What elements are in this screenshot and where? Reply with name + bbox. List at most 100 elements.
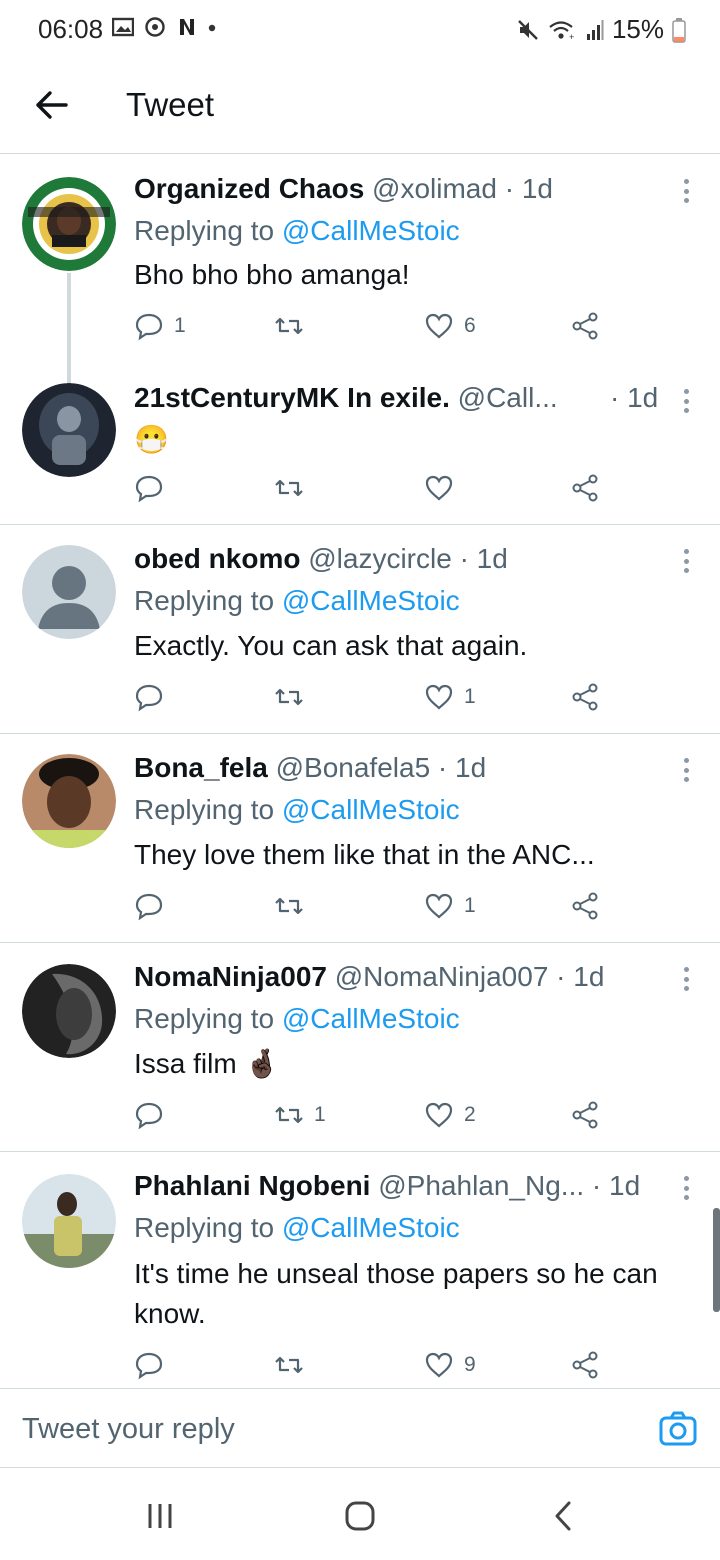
- like-button[interactable]: 1: [424, 891, 476, 921]
- mention-link[interactable]: @CallMeStoic: [282, 215, 460, 246]
- tweet-text: Issa film 🤞🏿: [134, 1048, 280, 1079]
- avatar[interactable]: [22, 177, 116, 271]
- replying-to: Replying to @CallMeStoic: [134, 1212, 460, 1244]
- tweet-actions: 9: [134, 1350, 614, 1384]
- reply-button[interactable]: [134, 682, 174, 712]
- retweet-icon: [275, 479, 303, 497]
- reply-button[interactable]: [134, 473, 174, 503]
- replying-to: Replying to @CallMeStoic: [134, 794, 460, 826]
- avatar[interactable]: [22, 383, 116, 477]
- handle-time[interactable]: @lazycircle · 1d: [308, 543, 508, 574]
- more-icon[interactable]: [676, 961, 696, 997]
- mention-link[interactable]: @CallMeStoic: [282, 794, 460, 825]
- like-button[interactable]: 2: [424, 1100, 476, 1130]
- display-name[interactable]: Bona_fela: [134, 752, 268, 783]
- display-name[interactable]: 21stCenturyMK In exile.: [134, 382, 450, 413]
- reply-button[interactable]: [134, 1350, 174, 1380]
- tweet-obed-nkomo[interactable]: obed nkomo @lazycircle · 1d Replying to …: [0, 525, 720, 734]
- retweet-button[interactable]: [274, 682, 314, 712]
- tweet-text: Exactly. You can ask that again.: [134, 630, 528, 661]
- like-button[interactable]: 9: [424, 1350, 476, 1380]
- replying-prefix: Replying to: [134, 585, 282, 616]
- more-icon[interactable]: [676, 173, 696, 209]
- netflix-icon: [180, 19, 194, 35]
- dot-icon: [208, 24, 216, 32]
- tweet-bona-fela[interactable]: Bona_fela @Bonafela5 · 1d Replying to @C…: [0, 734, 720, 943]
- status-time: 06:08: [38, 14, 104, 44]
- reply-button[interactable]: [134, 1100, 174, 1130]
- like-button[interactable]: 1: [424, 682, 476, 712]
- tweet-21stcenturymk[interactable]: 21stCenturyMK In exile. @Call... · 1d 😷: [0, 365, 720, 525]
- more-icon[interactable]: [676, 383, 696, 419]
- share-icon: [572, 892, 598, 920]
- more-icon[interactable]: [676, 1170, 696, 1206]
- tweet-phahlani-ngobeni[interactable]: Phahlani Ngobeni @Phahlan_Ng... · 1d Rep…: [0, 1152, 720, 1388]
- more-icon[interactable]: [676, 752, 696, 788]
- like-count: 1: [464, 894, 476, 917]
- retweet-button[interactable]: [274, 473, 314, 503]
- like-button[interactable]: 6: [424, 311, 476, 341]
- retweet-button[interactable]: [274, 891, 314, 921]
- tweet-header: Phahlani Ngobeni @Phahlan_Ng... · 1d: [134, 1170, 660, 1202]
- share-icon: [572, 1101, 598, 1129]
- retweet-icon: [275, 897, 303, 915]
- share-icon: [572, 474, 598, 502]
- reply-icon: [135, 1352, 163, 1380]
- share-icon: [572, 683, 598, 711]
- retweet-button[interactable]: [274, 1350, 314, 1380]
- tweet-header: Bona_fela @Bonafela5 · 1d: [134, 752, 660, 784]
- scrollbar-thumb[interactable]: [713, 1208, 720, 1312]
- back-icon[interactable]: [546, 1498, 582, 1534]
- system-icons: + 15%: [516, 14, 686, 45]
- heart-icon: [425, 313, 453, 339]
- tweet-header: NomaNinja007 @NomaNinja007 · 1d: [134, 961, 660, 993]
- handle-time[interactable]: @Bonafela5 · 1d: [276, 752, 487, 783]
- avatar[interactable]: [22, 754, 116, 848]
- display-name[interactable]: obed nkomo: [134, 543, 300, 574]
- share-button[interactable]: [570, 311, 600, 341]
- share-icon: [572, 1351, 598, 1379]
- replying-to: Replying to @CallMeStoic: [134, 215, 460, 247]
- recent-apps-icon[interactable]: [142, 1498, 178, 1534]
- tweet-actions: [134, 473, 614, 507]
- wifi-icon: +: [549, 20, 574, 42]
- avatar[interactable]: [22, 545, 116, 639]
- share-button[interactable]: [570, 1100, 600, 1130]
- reply-button[interactable]: 1: [134, 311, 186, 341]
- like-button[interactable]: [424, 473, 464, 503]
- display-name[interactable]: Phahlani Ngobeni: [134, 1170, 370, 1201]
- mention-link[interactable]: @CallMeStoic: [282, 585, 460, 616]
- display-name[interactable]: Organized Chaos: [134, 173, 364, 204]
- display-name[interactable]: NomaNinja007: [134, 961, 327, 992]
- replying-prefix: Replying to: [134, 1003, 282, 1034]
- battery-icon: [672, 17, 686, 43]
- mention-link[interactable]: @CallMeStoic: [282, 1003, 460, 1034]
- avatar[interactable]: [22, 1174, 116, 1268]
- tweet-organized-chaos[interactable]: Organized Chaos @xolimad · 1d Replying t…: [0, 155, 720, 365]
- tweet-actions: 1: [134, 682, 614, 716]
- handle[interactable]: @Call...: [458, 382, 558, 413]
- share-button[interactable]: [570, 682, 600, 712]
- mention-link[interactable]: @CallMeStoic: [282, 1212, 460, 1243]
- handle-time[interactable]: @Phahlan_Ng... · 1d: [378, 1170, 640, 1201]
- tweet-nomaninja007[interactable]: NomaNinja007 @NomaNinja007 · 1d Replying…: [0, 943, 720, 1152]
- share-icon: [572, 312, 598, 340]
- share-button[interactable]: [570, 891, 600, 921]
- tweet-header: 21stCenturyMK In exile. @Call...: [134, 382, 650, 414]
- home-icon[interactable]: [342, 1498, 378, 1534]
- retweet-button[interactable]: 1: [274, 1100, 326, 1130]
- more-icon[interactable]: [676, 543, 696, 579]
- retweet-button[interactable]: [274, 311, 314, 341]
- handle-time[interactable]: @xolimad · 1d: [372, 173, 553, 204]
- reply-composer: [0, 1388, 720, 1469]
- arrow-left-icon[interactable]: [30, 84, 72, 126]
- tweet-header: obed nkomo @lazycircle · 1d: [134, 543, 660, 575]
- reply-input[interactable]: [22, 1389, 622, 1469]
- handle-time[interactable]: @NomaNinja007 · 1d: [335, 961, 605, 992]
- svg-text:+: +: [569, 32, 574, 42]
- camera-icon[interactable]: [658, 1409, 698, 1449]
- reply-button[interactable]: [134, 891, 174, 921]
- share-button[interactable]: [570, 1350, 600, 1380]
- avatar[interactable]: [22, 964, 116, 1058]
- share-button[interactable]: [570, 473, 600, 503]
